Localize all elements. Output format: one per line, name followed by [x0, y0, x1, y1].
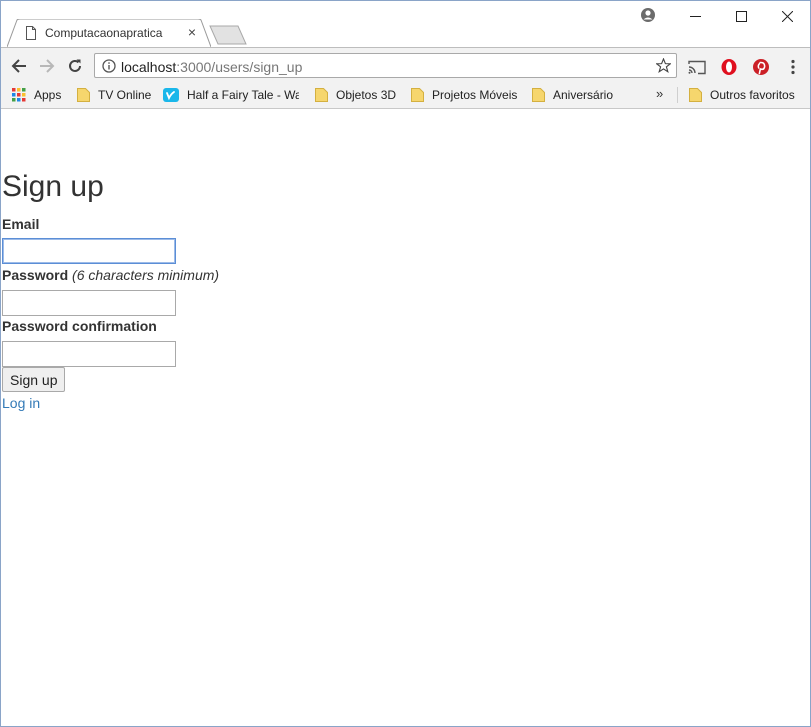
bookmark-label: Aniversário	[553, 88, 614, 102]
close-icon[interactable]: ×	[185, 24, 199, 40]
password-label-row: Password (6 characters minimum)	[2, 267, 219, 283]
folder-icon	[315, 88, 328, 102]
bookmark-projetos-moveis[interactable]: Projetos Móveis	[411, 86, 517, 104]
email-label: Email	[2, 216, 40, 232]
folder-icon	[689, 88, 702, 102]
folder-icon	[77, 88, 90, 102]
password-hint: (6 characters minimum)	[72, 267, 220, 283]
pinterest-icon[interactable]	[751, 57, 771, 77]
profile-icon[interactable]	[639, 6, 657, 24]
bookmark-star-icon[interactable]	[656, 58, 671, 73]
email-field[interactable]	[2, 238, 176, 264]
cast-icon[interactable]	[687, 57, 707, 77]
vimeo-icon	[163, 88, 179, 102]
password-confirmation-label: Password confirmation	[2, 318, 157, 334]
page-title: Sign up	[2, 170, 104, 203]
bookmarks-overflow-icon[interactable]: »	[656, 86, 663, 101]
tab-strip: Computacaonapratica ×	[1, 1, 810, 47]
forward-icon[interactable]	[37, 56, 57, 76]
bookmark-aniversario[interactable]: Aniversário	[532, 86, 613, 104]
browser-window: Computacaonapratica × localhost:3000/use…	[0, 0, 811, 727]
window-close-icon[interactable]	[764, 1, 810, 31]
sign-up-button[interactable]: Sign up	[2, 367, 66, 392]
bookmarks-bar: Apps TV Online Half a Fairy Tale - Wat O…	[1, 83, 810, 109]
bookmark-apps[interactable]: Apps	[12, 86, 61, 104]
bookmark-label: Objetos 3D	[336, 88, 397, 102]
opera-icon[interactable]	[719, 57, 739, 77]
bookmark-label: Half a Fairy Tale - Wat	[187, 88, 299, 102]
bookmark-label: Outros favoritos	[710, 88, 795, 102]
folder-icon	[411, 88, 424, 102]
page-content: Sign up Email Password (6 characters min…	[1, 109, 810, 726]
log-in-link[interactable]: Log in	[2, 395, 40, 411]
tab-title: Computacaonapratica	[45, 26, 163, 40]
url-path: :3000/users/sign_up	[176, 59, 303, 75]
address-bar[interactable]: localhost:3000/users/sign_up	[94, 53, 677, 78]
bookmark-label: Projetos Móveis	[432, 88, 518, 102]
reload-icon[interactable]	[65, 56, 85, 76]
password-label: Password	[2, 267, 69, 283]
new-tab-button[interactable]	[209, 25, 247, 45]
tab-active[interactable]: Computacaonapratica ×	[7, 19, 211, 47]
browser-toolbar: localhost:3000/users/sign_up	[1, 47, 810, 84]
maximize-icon[interactable]	[718, 1, 764, 31]
password-field[interactable]	[2, 290, 176, 316]
password-confirmation-field[interactable]	[2, 341, 176, 367]
info-icon[interactable]	[102, 59, 116, 73]
bookmarks-separator	[677, 87, 678, 103]
bookmark-tv-online[interactable]: TV Online	[77, 86, 151, 104]
bookmark-other-favorites[interactable]: Outros favoritos	[689, 86, 795, 104]
page-icon	[26, 26, 36, 40]
bookmark-half-a-fairy-tale[interactable]: Half a Fairy Tale - Wat	[163, 86, 299, 104]
url-text: localhost:3000/users/sign_up	[121, 59, 302, 75]
bookmark-label: Apps	[34, 88, 62, 102]
folder-icon	[532, 88, 545, 102]
bookmark-objetos-3d[interactable]: Objetos 3D	[315, 86, 396, 104]
apps-grid-icon	[12, 88, 26, 102]
back-icon[interactable]	[9, 56, 29, 76]
minimize-icon[interactable]	[672, 1, 718, 31]
url-host: localhost	[121, 59, 177, 75]
bookmark-label: TV Online	[98, 88, 152, 102]
menu-icon[interactable]	[783, 57, 803, 77]
